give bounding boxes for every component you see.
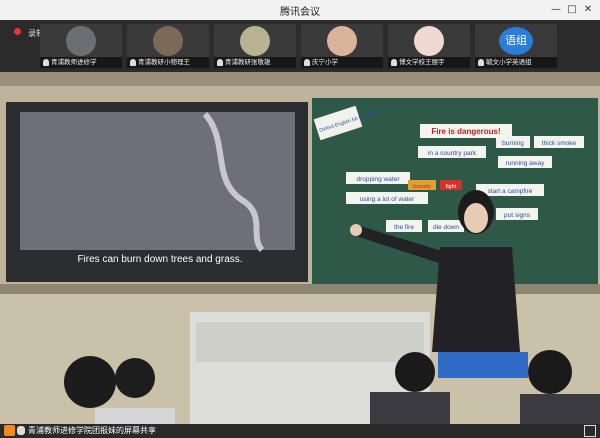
- board-word: put signs: [504, 212, 531, 219]
- participant-name: 庆宁小学: [312, 58, 338, 66]
- participant-tile-3[interactable]: 青浦教研张敬雄: [214, 24, 296, 68]
- board-word: fight: [446, 184, 457, 190]
- board-word: in a country park: [428, 150, 477, 157]
- board-word: burning: [502, 140, 524, 147]
- board-word: bravely: [413, 184, 431, 190]
- participant-tile-1[interactable]: 青浦教师进修学: [40, 24, 122, 68]
- shared-screen-video: Fires can burn down trees and grass. Oxf…: [0, 72, 600, 424]
- record-icon: [12, 27, 24, 37]
- participant-tile-5[interactable]: 博文学校王丽宇: [388, 24, 470, 68]
- window-title: 腾讯会议: [280, 7, 320, 18]
- mic-icon: [391, 58, 397, 66]
- mic-icon: [217, 58, 223, 66]
- participant-tile-2[interactable]: 青浦教研小物理王: [127, 24, 209, 68]
- mic-icon: [304, 58, 310, 66]
- mic-icon: [17, 426, 25, 435]
- board-word: die down: [433, 224, 459, 231]
- board-word: the fire: [394, 224, 414, 231]
- share-footer: 青浦教师进修学院团报妹的屏幕共享: [0, 424, 600, 438]
- participant-name: 博文学校王丽宇: [399, 58, 445, 66]
- minimize-icon[interactable]: —: [548, 2, 564, 18]
- avatar: [240, 26, 270, 56]
- participant-name: 青浦教师进修学: [51, 58, 97, 66]
- screen-caption: Fires can burn down trees and grass.: [77, 254, 242, 265]
- participant-name: 毓文小学英语组: [486, 58, 532, 66]
- mic-icon: [130, 58, 136, 66]
- board-word: using a lot of water: [360, 196, 415, 203]
- avatar: [414, 26, 444, 56]
- fullscreen-icon[interactable]: [584, 425, 596, 437]
- title-bar: 腾讯会议 — □ ✕: [0, 0, 600, 21]
- avatar: [153, 26, 183, 56]
- host-icon: [4, 425, 15, 436]
- board-word: thick smoke: [542, 140, 577, 147]
- participant-name: 青浦教研张敬雄: [225, 58, 271, 66]
- mic-icon: [43, 58, 49, 66]
- avatar: [327, 26, 357, 56]
- avatar: [66, 26, 96, 56]
- board-word: start a campfire: [488, 188, 533, 195]
- board-word: dropping water: [357, 176, 401, 183]
- classroom-scene: Fires can burn down trees and grass. Oxf…: [0, 72, 600, 424]
- mic-icon: [478, 58, 484, 66]
- participant-tile-6[interactable]: 语组 毓文小学英语组: [475, 24, 557, 68]
- avatar: 语组: [499, 27, 533, 55]
- participant-name: 青浦教研小物理王: [138, 58, 190, 66]
- board-word: running away: [506, 160, 545, 167]
- screen-share-label: 青浦教师进修学院团报妹的屏幕共享: [28, 426, 156, 435]
- close-icon[interactable]: ✕: [580, 2, 596, 18]
- maximize-icon[interactable]: □: [564, 2, 580, 18]
- board-word: Fire is dangerous!: [431, 127, 500, 136]
- participant-tile-4[interactable]: 庆宁小学: [301, 24, 383, 68]
